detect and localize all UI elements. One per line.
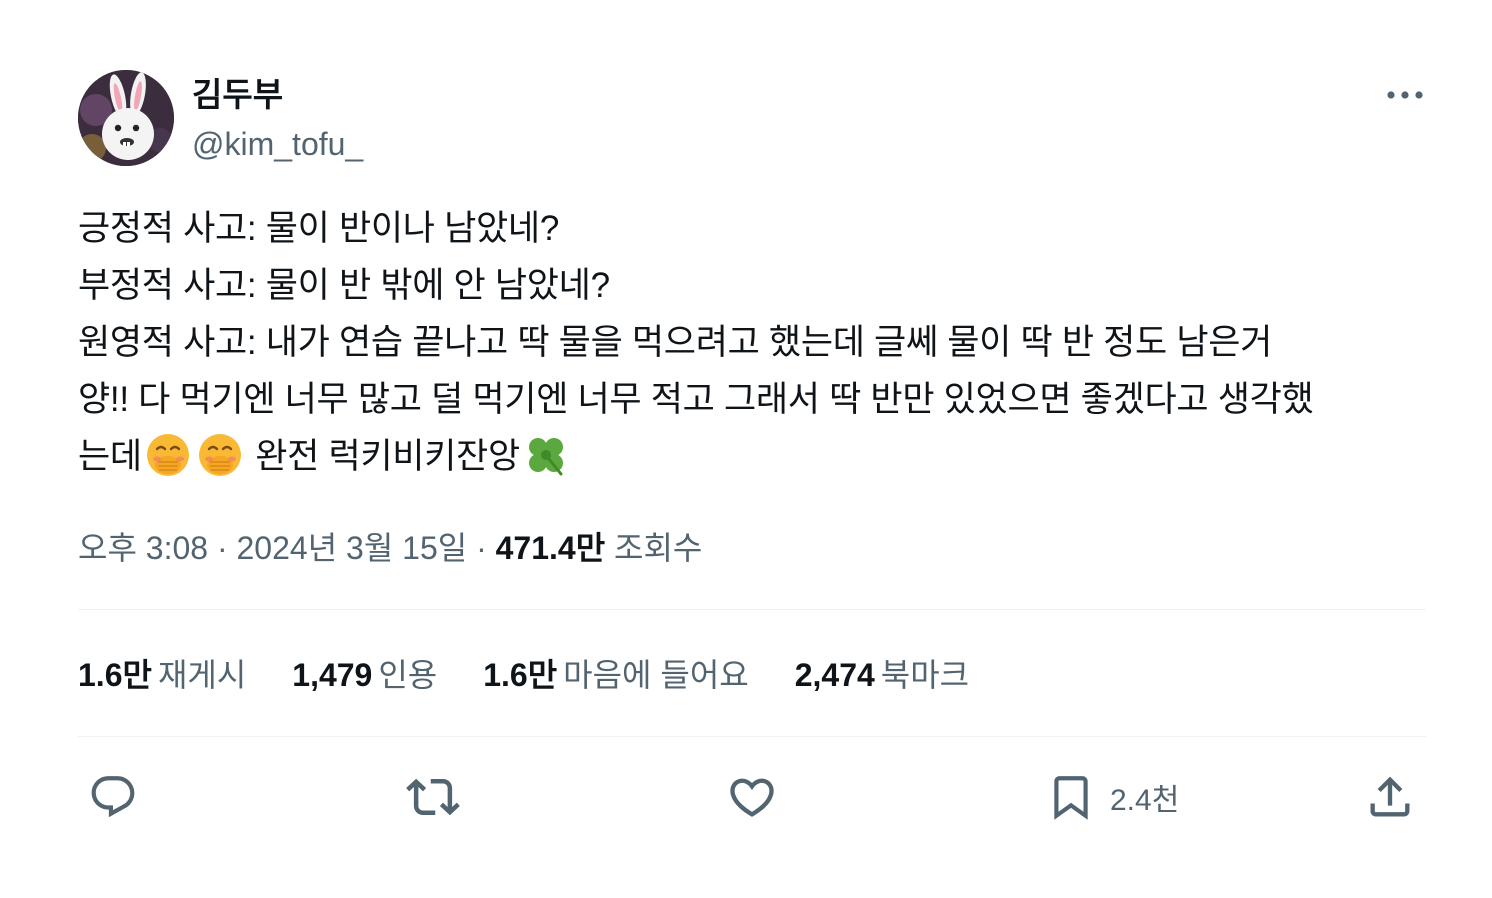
likes-count: 1.6만 [483, 657, 558, 693]
bookmark-count: 2.4천 [1110, 784, 1180, 817]
reply-button[interactable] [88, 770, 138, 824]
bookmark-button[interactable]: 2.4천 [1046, 770, 1179, 824]
tweet-line: 는데 완전 럭키비키잔앙 [78, 428, 1428, 495]
quotes-count: 1,479 [292, 657, 373, 693]
reposts-stat[interactable]: 1.6만 재게시 [78, 654, 246, 696]
more-icon [1387, 91, 1423, 99]
bookmark-icon [1054, 776, 1088, 820]
quotes-stat[interactable]: 1,479 인용 [292, 654, 437, 696]
like-icon [730, 778, 774, 817]
tweet-line: 양!! 다 먹기엔 너무 많고 덜 먹기엔 너무 적고 그래서 딱 반만 있었으… [78, 380, 1314, 419]
reposts-count: 1.6만 [78, 657, 152, 693]
avatar[interactable] [78, 70, 174, 166]
likes-stat[interactable]: 1.6만 마음에 들어요 [483, 654, 748, 696]
more-button[interactable] [1382, 80, 1428, 110]
bookmarks-count: 2,474 [794, 657, 875, 693]
tweet-line: 부정적 사고: 물이 반 밖에 안 남았네? [78, 266, 610, 305]
reposts-label: 재게시 [157, 657, 247, 693]
user-handle[interactable]: @kim_tofu_ [192, 124, 363, 164]
divider [78, 609, 1426, 610]
clover-emoji-icon [523, 432, 569, 495]
share-button[interactable] [1364, 770, 1416, 824]
tweet-line: 긍정적 사고: 물이 반이나 남았네? [78, 209, 559, 248]
meta-separator: · [208, 530, 237, 566]
views-count[interactable]: 471.4만 [496, 530, 606, 566]
engagement-stats: 1.6만 재게시 1,479 인용 1.6만 마음에 들어요 2,474 북마크 [78, 654, 1015, 696]
quotes-label: 인용 [378, 657, 438, 693]
views-label: 조회수 [605, 530, 703, 566]
bookmarks-label: 북마크 [880, 657, 970, 693]
bookmarks-stat[interactable]: 2,474 북마크 [795, 654, 969, 696]
tweet-text: 긍정적 사고: 물이 반이나 남았네? 부정적 사고: 물이 반 밖에 안 남았… [78, 200, 1428, 495]
meta-separator: · [467, 530, 496, 566]
likes-label: 마음에 들어요 [563, 657, 749, 693]
tweet-line: 원영적 사고: 내가 연습 끝나고 딱 물을 먹으려고 했는데 글쎄 물이 딱 … [78, 323, 1273, 362]
tweet-meta: 오후 3:08 · 2024년 3월 15일 · 471.4만 조회수 [78, 527, 702, 569]
retweet-button[interactable] [406, 770, 460, 824]
tweet-line-start: 는데 [78, 437, 142, 476]
divider [78, 736, 1426, 737]
share-icon [1370, 776, 1410, 817]
tweet-date[interactable]: 2024년 3월 15일 [237, 530, 468, 566]
reply-icon [91, 776, 135, 818]
tweet-time[interactable]: 오후 3:08 [78, 530, 208, 566]
like-button[interactable] [726, 770, 778, 824]
avatar-image [78, 70, 174, 166]
tweet-line-end: 완전 럭키비키잔앙 [245, 437, 520, 476]
retweet-icon [406, 778, 460, 816]
face-hand-emoji-icon [145, 432, 191, 495]
display-name[interactable]: 김두부 [192, 74, 283, 116]
face-hand-emoji-icon [197, 432, 243, 495]
